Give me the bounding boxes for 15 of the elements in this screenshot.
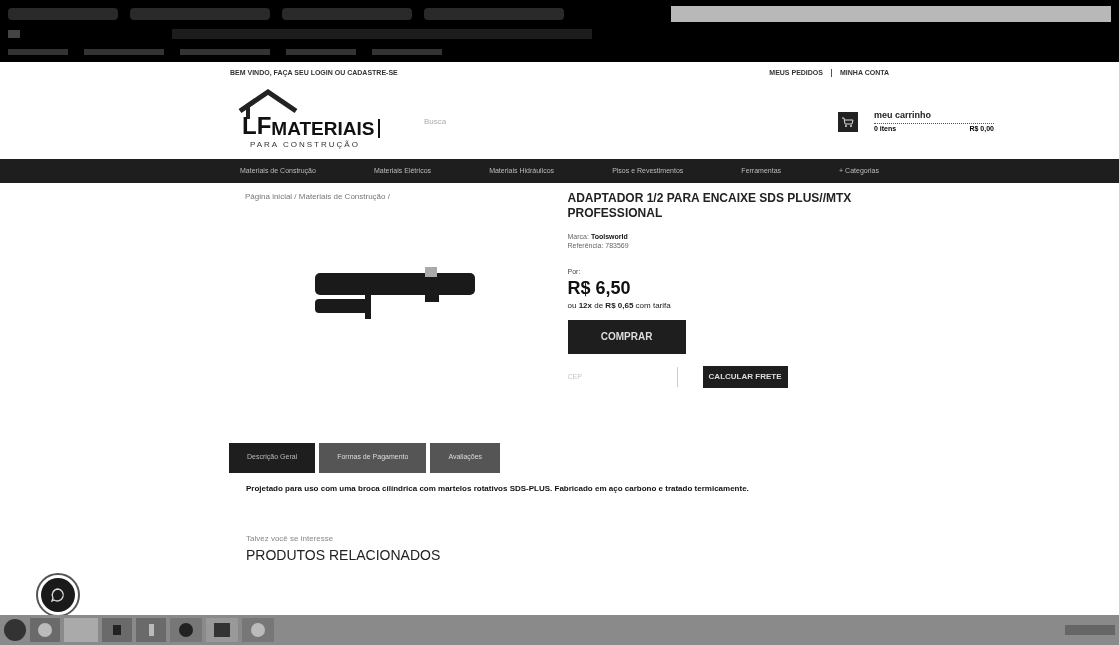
installments-text: ou 12x de R$ 0,65 com tarifa — [567, 299, 672, 312]
product-title: ADAPTADOR 1/2 PARA ENCAIXE SDS PLUS//MTX PROFESSIONAL — [567, 191, 853, 221]
breadcrumb[interactable]: Página inicial / Materiais de Construção / — [245, 191, 528, 203]
calculate-shipping-button[interactable]: CALCULAR FRETE — [702, 365, 788, 388]
logo-tagline: PARA CONSTRUÇÃO — [250, 140, 360, 149]
price: R$ 6,50 — [567, 277, 632, 300]
related-subtitle: Talvez você se interesse — [246, 532, 335, 545]
search-field[interactable]: Busca — [416, 108, 786, 135]
logo-initials: LF — [242, 113, 272, 138]
buy-button[interactable]: COMPRAR — [567, 319, 686, 354]
logo[interactable]: LFMATERIAIS PARA CONSTRUÇÃO — [230, 88, 400, 155]
logo-name: MATERIAIS — [271, 118, 381, 138]
product-description: Projetado para uso com uma broca cilíndrica com martelos rotativos SDS-PLUS. Fabricado em aço carbono e tratado termicamente. — [245, 482, 750, 495]
cart-title[interactable]: meu carrinho — [874, 109, 994, 124]
related-products-heading: PRODUTOS RELACIONADOS — [246, 545, 442, 565]
